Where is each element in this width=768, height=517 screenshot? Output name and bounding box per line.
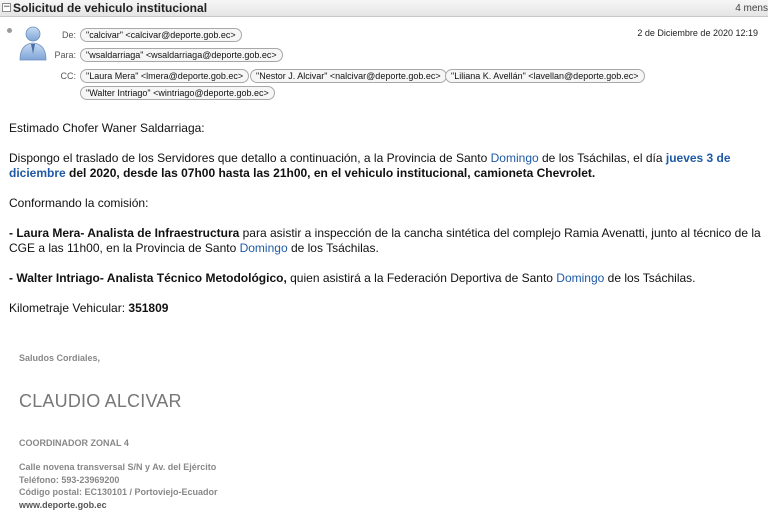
read-status-icon[interactable]: [7, 28, 12, 33]
mileage-line: Kilometraje Vehicular: 351809: [9, 301, 761, 316]
text-fragment: Dispongo el traslado de los Servidores q…: [9, 151, 491, 165]
commission-heading: Conformando la comisión:: [9, 196, 149, 210]
text-fragment: del 2020, desde las 07h00 hasta las 21h0…: [65, 166, 596, 180]
signature-website-link[interactable]: www.deporte.gob.ec: [19, 499, 107, 512]
to-address[interactable]: "wsaldarriaga" <wsaldarriaga@deporte.gob…: [80, 48, 283, 62]
signature-name: CLAUDIO ALCIVAR: [19, 391, 182, 411]
cc-label: CC:: [60, 71, 77, 81]
cc-address[interactable]: "Nestor J. Alcivar" <nalcivar@deporte.go…: [250, 69, 447, 83]
collapse-toggle-icon[interactable]: −: [2, 3, 11, 12]
place-link[interactable]: Domingo: [491, 151, 539, 165]
message-subject: Solicitud de vehiculo institucional: [13, 1, 208, 15]
staff-name: - Laura Mera- Analista de Infraestructur…: [9, 226, 240, 240]
greeting: Estimado Chofer Waner Saldarriaga:: [9, 121, 205, 135]
paragraph-laura-mera: - Laura Mera- Analista de Infraestructur…: [9, 226, 761, 256]
from-address[interactable]: "calcivar" <calcivar@deporte.gob.ec>: [80, 28, 242, 42]
to-label: Para:: [54, 50, 76, 60]
cc-address[interactable]: "Walter Intriago" <wintriago@deporte.gob…: [80, 86, 275, 100]
message-count: 4 mens: [735, 3, 768, 14]
text-fragment: de los Tsáchilas.: [287, 241, 379, 255]
paragraph-traslado: Dispongo el traslado de los Servidores q…: [9, 151, 761, 181]
from-label: De:: [61, 30, 76, 40]
text-fragment: de los Tsáchilas, el día: [538, 151, 666, 165]
cc-address[interactable]: "Liliana K. Avellán" <lavellan@deporte.g…: [445, 69, 645, 83]
paragraph-walter-intriago: - Walter Intriago- Analista Técnico Meto…: [9, 271, 761, 286]
mileage-label: Kilometraje Vehicular:: [9, 301, 129, 315]
mileage-value: 351809: [128, 301, 169, 315]
text-fragment: quien asistirá a la Federación Deportiva…: [286, 271, 557, 285]
message-title-bar: − Solicitud de vehiculo institucional 4 …: [0, 0, 768, 17]
signature-address: Calle novena transversal S/N y Av. del E…: [19, 462, 217, 472]
text-fragment: de los Tsáchilas.: [604, 271, 696, 285]
cc-address[interactable]: "Laura Mera" <lmera@deporte.gob.ec>: [80, 69, 250, 83]
signature-closing: Saludos Cordiales,: [19, 353, 101, 363]
signature-postal: Código postal: EC130101 / Portoviejo-Ecu…: [19, 487, 218, 497]
signature-phone: Teléfono: 593-23969200: [19, 475, 120, 485]
message-date: 2 de Diciembre de 2020 12:19: [637, 28, 758, 38]
staff-name: - Walter Intriago- Analista Técnico Meto…: [9, 271, 287, 285]
signature-role: COORDINADOR ZONAL 4: [19, 438, 129, 448]
place-link[interactable]: Domingo: [240, 241, 288, 255]
place-link[interactable]: Domingo: [556, 271, 604, 285]
